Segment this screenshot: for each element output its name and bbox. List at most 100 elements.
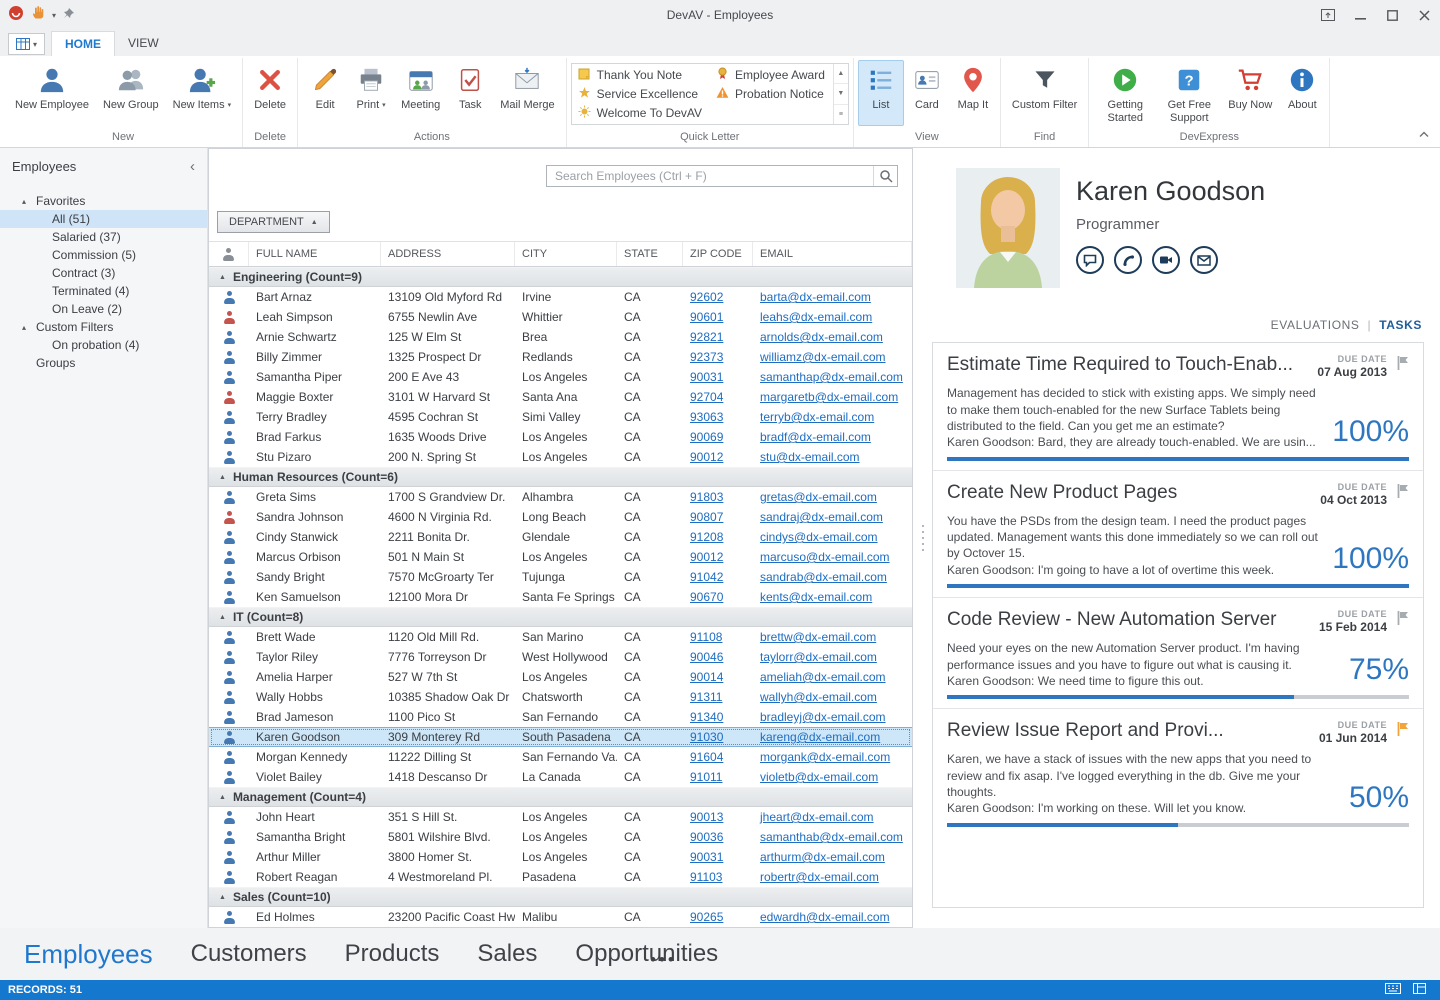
table-row[interactable]: Robert Reagan 4 Westmoreland Pl. Pasaden… (209, 867, 912, 887)
email-link[interactable]: margaretb@dx-email.com (760, 390, 898, 404)
table-row[interactable]: Violet Bailey 1418 Descanso Dr La Canada… (209, 767, 912, 787)
map-it-button[interactable]: Map It (950, 60, 996, 126)
search-icon[interactable] (873, 166, 897, 186)
card-view-button[interactable]: Card (904, 60, 950, 126)
zip-link[interactable]: 90046 (690, 650, 723, 664)
keyboard-icon[interactable] (1385, 983, 1401, 997)
close-button[interactable] (1408, 0, 1440, 30)
email-link[interactable]: morgank@dx-email.com (760, 750, 890, 764)
sidebar-item[interactable]: ▴ Salaried (37) (0, 228, 207, 246)
zip-link[interactable]: 91103 (690, 870, 722, 884)
panel-splitter[interactable] (913, 148, 932, 928)
email-link[interactable]: bradf@dx-email.com (760, 430, 871, 444)
list-view-button[interactable]: List (858, 60, 904, 126)
email-link[interactable]: robertr@dx-email.com (760, 870, 879, 884)
custom-filter-button[interactable]: Custom Filter (1005, 60, 1084, 126)
buy-now-button[interactable]: Buy Now (1221, 60, 1279, 126)
email-link[interactable]: arthurm@dx-email.com (760, 850, 885, 864)
gallery-more-icon[interactable]: ≡ (834, 105, 848, 124)
email-link[interactable]: arnolds@dx-email.com (760, 330, 883, 344)
gallery-up-icon[interactable]: ▲ (834, 64, 848, 84)
new-items-button[interactable]: New Items▾ (166, 60, 238, 126)
table-row[interactable]: Samantha Bright 5801 Wilshire Blvd. Los … (209, 827, 912, 847)
tab-home[interactable]: HOME (51, 31, 115, 56)
table-row[interactable]: Cindy Stanwick 2211 Bonita Dr. Glendale … (209, 527, 912, 547)
group-row[interactable]: ▲ IT (Count=8) (209, 607, 912, 627)
tab-evaluations[interactable]: EVALUATIONS (1271, 318, 1360, 332)
column-header-state[interactable]: STATE (617, 242, 683, 266)
zip-link[interactable]: 90014 (690, 670, 723, 684)
email-link[interactable]: wallyh@dx-email.com (760, 690, 877, 704)
group-row[interactable]: ▲ Management (Count=4) (209, 787, 912, 807)
zip-link[interactable]: 90031 (690, 370, 723, 384)
layout-icon[interactable] (1413, 983, 1426, 997)
delete-button[interactable]: Delete (247, 60, 293, 126)
table-row[interactable]: Morgan Kennedy 11222 Dilling St San Fern… (209, 747, 912, 767)
quick-letter-employee-award[interactable]: Employee Award (716, 66, 825, 84)
video-call-button[interactable] (1152, 246, 1180, 274)
zip-link[interactable]: 91803 (690, 490, 723, 504)
email-link[interactable]: sandraj@dx-email.com (760, 510, 883, 524)
table-row[interactable]: Stu Pizaro 200 N. Spring St Los Angeles … (209, 447, 912, 467)
group-expander-icon[interactable]: ▲ (219, 274, 226, 281)
email-link[interactable]: kareng@dx-email.com (760, 730, 880, 744)
zip-link[interactable]: 91042 (690, 570, 723, 584)
tab-view[interactable]: VIEW (115, 31, 172, 56)
email-link[interactable]: violetb@dx-email.com (760, 770, 878, 784)
zip-link[interactable]: 93063 (690, 410, 723, 424)
email-link[interactable]: sandrab@dx-email.com (760, 570, 887, 584)
nav-item[interactable]: Sales (477, 940, 537, 968)
group-row[interactable]: ▲ Sales (Count=10) (209, 887, 912, 907)
mail-merge-button[interactable]: Mail Merge (493, 60, 561, 126)
task-card[interactable]: Estimate Time Required to Touch-Enab... … (933, 343, 1423, 471)
chat-button[interactable] (1076, 246, 1104, 274)
gallery-down-icon[interactable]: ▼ (834, 84, 848, 104)
sidebar-item[interactable]: ▴ On probation (4) (0, 336, 207, 354)
zip-link[interactable]: 90012 (690, 450, 723, 464)
sidebar-item[interactable]: ▴ Favorites (0, 192, 207, 210)
meeting-button[interactable]: Meeting (394, 60, 447, 126)
task-button[interactable]: Task (447, 60, 493, 126)
sidebar-item[interactable]: ▴ Commission (5) (0, 246, 207, 264)
email-link[interactable]: ameliah@dx-email.com (760, 670, 886, 684)
task-card[interactable]: Review Issue Report and Provi... DUE DAT… (933, 709, 1423, 836)
table-row[interactable]: Arnie Schwartz 125 W Elm St Brea CA 9282… (209, 327, 912, 347)
about-button[interactable]: About (1279, 60, 1325, 126)
column-header-zip-code[interactable]: ZIP CODE (683, 242, 753, 266)
expander-icon[interactable]: ▴ (22, 197, 26, 206)
zip-link[interactable]: 91311 (690, 690, 722, 704)
group-row[interactable]: ▲ Engineering (Count=9) (209, 267, 912, 287)
table-row[interactable]: Maggie Boxter 3101 W Harvard St Santa An… (209, 387, 912, 407)
group-expander-icon[interactable]: ▲ (219, 894, 226, 901)
zip-link[interactable]: 90265 (690, 910, 723, 924)
zip-link[interactable]: 91011 (690, 770, 722, 784)
ribbon-display-options-icon[interactable] (1312, 0, 1344, 30)
table-row[interactable]: Billy Zimmer 1325 Prospect Dr Redlands C… (209, 347, 912, 367)
table-row[interactable]: Amelia Harper 527 W 7th St Los Angeles C… (209, 667, 912, 687)
table-row[interactable]: Brad Farkus 1635 Woods Drive Los Angeles… (209, 427, 912, 447)
sidebar-item[interactable]: ▴ Contract (3) (0, 264, 207, 282)
task-card[interactable]: Create New Product Pages DUE DATE 04 Oct… (933, 471, 1423, 599)
sidebar-item[interactable]: ▴ Custom Filters (0, 318, 207, 336)
tab-tasks[interactable]: TASKS (1379, 318, 1422, 332)
gallery-scrollbar[interactable]: ▲ ▼ ≡ (833, 64, 848, 124)
quick-letter-service-excellence[interactable]: Service Excellence (578, 85, 702, 103)
table-row[interactable]: Wally Hobbs 10385 Shadow Oak Dr Chatswor… (209, 687, 912, 707)
email-link[interactable]: bradleyj@dx-email.com (760, 710, 886, 724)
table-row[interactable]: Sandy Bright 7570 McGroarty Ter Tujunga … (209, 567, 912, 587)
zip-link[interactable]: 92602 (690, 290, 723, 304)
nav-more-icon[interactable]: ••• (650, 950, 677, 970)
zip-link[interactable]: 90012 (690, 550, 723, 564)
column-header-email[interactable]: EMAIL (753, 242, 912, 266)
table-row[interactable]: Terry Bradley 4595 Cochran St Simi Valle… (209, 407, 912, 427)
touch-mode-icon[interactable] (31, 5, 45, 25)
table-row[interactable]: Karen Goodson 309 Monterey Rd South Pasa… (209, 727, 912, 747)
email-link[interactable]: barta@dx-email.com (760, 290, 871, 304)
pin-icon[interactable] (63, 6, 74, 24)
zip-link[interactable]: 90013 (690, 810, 723, 824)
zip-link[interactable]: 90601 (690, 310, 723, 324)
group-row[interactable]: ▲ Human Resources (Count=6) (209, 467, 912, 487)
table-row[interactable]: Samantha Piper 200 E Ave 43 Los Angeles … (209, 367, 912, 387)
nav-item[interactable]: Customers (191, 940, 307, 968)
file-menu-button[interactable]: ▾ (8, 33, 45, 55)
